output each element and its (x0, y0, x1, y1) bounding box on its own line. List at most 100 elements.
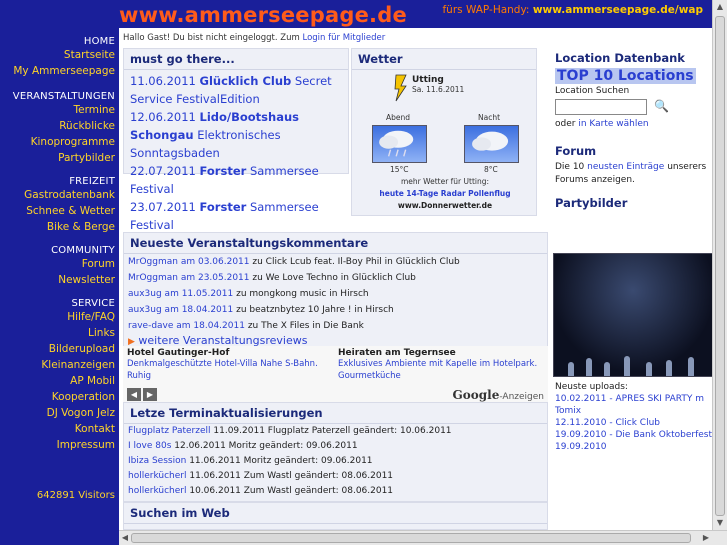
weather-date: Sa. 11.6.2011 (412, 85, 465, 94)
websearch-title: Suchen im Web (124, 503, 547, 524)
party-photo[interactable] (553, 253, 712, 377)
weather-link-heute[interactable]: heute (379, 189, 403, 198)
weather-cloud-rain-icon (372, 125, 427, 163)
wap-prefix: fürs WAP-Handy: (442, 4, 530, 16)
left-sidebar: HOME Startseite My Ammerseepage VERANSTA… (0, 0, 119, 545)
nav-impressum[interactable]: Impressum (0, 437, 119, 453)
upload-link[interactable]: 19.09.2010 - Die Bank Oktoberfest 19.09.… (555, 429, 712, 453)
map-link[interactable]: in Karte wählen (578, 119, 648, 129)
scroll-up-icon[interactable]: ▲ (715, 2, 725, 12)
weather-title: Wetter (352, 49, 536, 70)
search-icon[interactable]: 🔍 (654, 99, 669, 113)
location-search-label: Location Suchen (555, 86, 630, 96)
location-search-input[interactable] (555, 99, 647, 115)
google-ads-label[interactable]: Google-Anzeigen (453, 388, 544, 402)
event-item[interactable]: 11.06.2011 Glücklich Club Secret Service… (124, 72, 348, 108)
update-row: hollerkücherl 10.06.2011 Zum Wastl geänd… (128, 486, 394, 496)
nav-schnee-wetter[interactable]: Schnee & Wetter (0, 203, 119, 219)
weather-links: heute 14-Tage Radar Pollenflug (352, 189, 538, 198)
section-home[interactable]: HOME (0, 36, 119, 47)
weather-location: Utting Sa. 11.6.2011 (392, 75, 532, 94)
location-title: Location Datenbank (555, 51, 685, 65)
vertical-scroll-thumb[interactable] (715, 16, 725, 516)
comment-row: aux3ug am 18.04.2011 zu beatznbytez 10 J… (128, 305, 394, 315)
partybilder-title: Partybilder (555, 196, 628, 210)
section-community: COMMUNITY (51, 245, 115, 256)
wap-link[interactable]: www.ammerseepage.de/wap (533, 4, 703, 16)
ad-left-title[interactable]: Hotel Gautinger-Hof (127, 348, 332, 358)
comment-row: aux3ug am 11.05.2011 zu mongkong music i… (128, 289, 369, 299)
nav-forum[interactable]: Forum (0, 256, 119, 272)
temp-abend: 15°C (390, 165, 409, 174)
nav-kooperation[interactable]: Kooperation (0, 389, 119, 405)
nav-termine[interactable]: Termine (0, 102, 119, 118)
label-nacht: Nacht (478, 113, 501, 122)
updates-title: Letze Terminaktualisierungen (124, 403, 547, 424)
event-item[interactable]: 23.07.2011 Forster Sammersee Festival (124, 198, 348, 234)
updates-box: Letze Terminaktualisierungen Flugplatz P… (123, 402, 548, 502)
nav-my-ammerseepage[interactable]: My Ammerseepage (0, 63, 119, 79)
section-service: SERVICE (71, 298, 115, 309)
websearch-box: Suchen im Web (123, 502, 548, 530)
upload-link[interactable]: 10.02.2011 - APRES SKI PARTY m Tomix (555, 393, 712, 417)
nav-newsletter[interactable]: Newsletter (0, 272, 119, 288)
weather-link-14tage[interactable]: 14-Tage (406, 189, 438, 198)
nav-bilderupload[interactable]: Bilderupload (0, 341, 119, 357)
nav-dj-vogon-jelz[interactable]: DJ Vogon Jelz (0, 405, 119, 421)
greeting: Hallo Gast! Du bist nicht eingeloggt. Zu… (123, 33, 385, 43)
weather-town: Utting (412, 75, 444, 85)
event-item[interactable]: 12.06.2011 Lido/Bootshaus Schongau Elekt… (124, 108, 348, 162)
section-freizeit: FREIZEIT (69, 176, 115, 187)
nav-hilfe-faq[interactable]: Hilfe/FAQ (0, 309, 119, 325)
scroll-left-icon[interactable]: ◀ (120, 533, 130, 543)
weather-link-pollenflug[interactable]: Pollenflug (468, 189, 510, 198)
greeting-text: Hallo Gast! Du bist nicht eingeloggt. Zu… (123, 33, 300, 43)
nav-kinoprogramme[interactable]: Kinoprogramme (0, 134, 119, 150)
weather-link-radar[interactable]: Radar (441, 189, 466, 198)
ad-prev-button[interactable]: ◀ (127, 388, 141, 401)
header-bar: www.ammerseepage.de fürs WAP-Handy: www.… (119, 0, 727, 28)
nav-bike-berge[interactable]: Bike & Berge (0, 219, 119, 235)
weather-box: Wetter Utting Sa. 11.6.2011 Abend Nacht (351, 48, 537, 216)
forum-text: Die 10 neusten Einträge unserers Forums … (555, 162, 707, 185)
main-content: Hallo Gast! Du bist nicht eingeloggt. Zu… (119, 28, 712, 530)
nav-kleinanzeigen[interactable]: Kleinanzeigen (0, 357, 119, 373)
visitor-counter: 642891 Visitors (36, 490, 115, 501)
ad-left-desc[interactable]: Denkmalgeschützte Hotel-Villa Nahe S-Bah… (127, 358, 332, 382)
vertical-scrollbar[interactable]: ▲ ▼ (712, 0, 727, 530)
scroll-down-icon[interactable]: ▼ (715, 518, 725, 528)
wap-notice: fürs WAP-Handy: www.ammerseepage.de/wap (442, 4, 703, 16)
nav-kontakt[interactable]: Kontakt (0, 421, 119, 437)
update-row: I love 80s 12.06.2011 Moritz geändert: 0… (128, 441, 358, 451)
login-link[interactable]: Login für Mitglieder (302, 33, 385, 43)
upload-link[interactable]: 12.11.2010 - Click Club (555, 417, 712, 429)
party-uploads: Neuste uploads: 10.02.2011 - APRES SKI P… (553, 381, 712, 453)
ad-left[interactable]: Hotel Gautinger-Hof Denkmalgeschützte Ho… (127, 348, 332, 382)
nav-ap-mobil[interactable]: AP Mobil (0, 373, 119, 389)
scroll-right-icon[interactable]: ▶ (701, 533, 711, 543)
nav-gastrodatenbank[interactable]: Gastrodatenbank (0, 187, 119, 203)
nav-startseite[interactable]: Startseite (0, 47, 119, 63)
weather-source[interactable]: www.Donnerwetter.de (352, 201, 538, 210)
site-logo[interactable]: www.ammerseepage.de (119, 3, 407, 27)
top10-link[interactable]: TOP 10 Locations (555, 68, 696, 84)
forum-title: Forum (555, 144, 597, 158)
ad-right-title[interactable]: Heiraten am Tegernsee (338, 348, 543, 358)
event-item[interactable]: 22.07.2011 Forster Sammersee Festival (124, 162, 348, 198)
comments-title: Neueste Veranstaltungskommentare (124, 233, 547, 254)
nav-links[interactable]: Links (0, 325, 119, 341)
ad-next-button[interactable]: ▶ (143, 388, 157, 401)
update-row: Ibiza Session 11.06.2011 Moritz geändert… (128, 456, 373, 466)
nav-rueckblicke[interactable]: Rückblicke (0, 118, 119, 134)
section-veranstaltungen: VERANSTALTUNGEN (12, 91, 115, 102)
weather-more: mehr Wetter für Utting: (400, 177, 490, 186)
horizontal-scrollbar[interactable]: ◀ ▶ (119, 530, 727, 545)
comment-row: MrOggman am 23.05.2011 zu We Love Techno… (128, 273, 416, 283)
horizontal-scroll-thumb[interactable] (131, 533, 691, 543)
update-row: Flugplatz Paterzell 11.09.2011 Flugplatz… (128, 426, 452, 436)
ad-right-desc[interactable]: Exklusives Ambiente mit Kapelle im Hotel… (338, 358, 543, 382)
forum-link[interactable]: neusten Einträge (587, 162, 664, 172)
nav-partybilder[interactable]: Partybilder (0, 150, 119, 166)
temp-nacht: 8°C (484, 165, 498, 174)
ad-right[interactable]: Heiraten am Tegernsee Exklusives Ambient… (338, 348, 543, 382)
